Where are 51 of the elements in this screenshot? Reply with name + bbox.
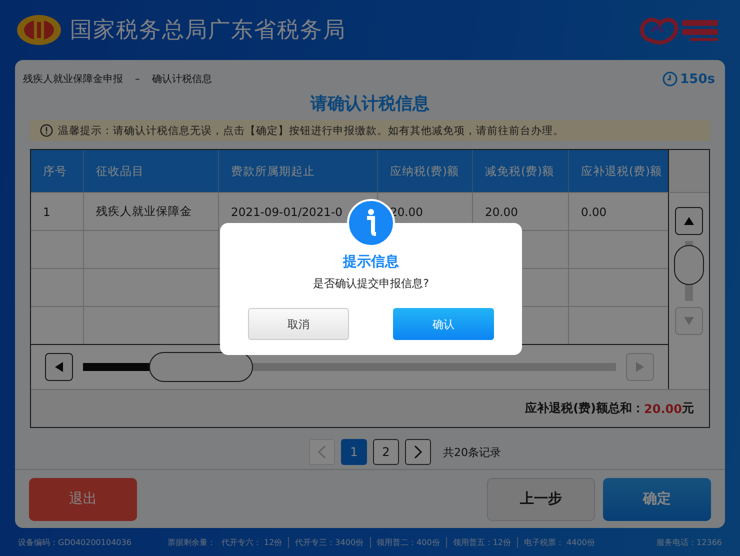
dialog-message: 是否确认提交申报信息? [313, 276, 429, 291]
stock-item: 代开专三：3400份 [295, 536, 364, 548]
breadcrumb-section: 残疾人就业保障金申报 [23, 72, 123, 86]
column-header: 应纳税(费)额 [378, 150, 473, 192]
back-button[interactable]: 上一步 [487, 478, 595, 520]
up-triangle-icon [683, 215, 695, 227]
clock-icon [662, 71, 678, 87]
scroll-left-button[interactable] [45, 353, 73, 381]
scroll-up-button[interactable] [675, 207, 703, 235]
scrollbar-thumb[interactable] [674, 245, 704, 285]
column-header: 费款所属期起止 [219, 150, 378, 192]
stock-item: 领用普二：400份 [376, 536, 440, 548]
service-phone: 服务电话：12366 [656, 536, 722, 548]
ok-button[interactable]: 确认 [393, 308, 494, 340]
record-count: 共20条记录 [443, 444, 501, 460]
page-title: 请确认计税信息 [309, 93, 430, 116]
agency-title: 国家税务总局广东省税务局 [70, 17, 346, 45]
chevron-right-icon [413, 445, 423, 459]
stock-item: 电子税票： 4400份 [524, 536, 595, 548]
column-header: 序号 [31, 150, 84, 192]
countdown-timer: 150s [680, 72, 715, 86]
page-button[interactable]: 1 [341, 439, 367, 465]
warning-icon [40, 124, 53, 137]
confirm-button[interactable]: 确定 [603, 478, 711, 520]
page-button[interactable]: 2 [373, 439, 399, 465]
device-code: 设备编码：GD040200104036 [18, 536, 132, 548]
right-triangle-icon [634, 361, 646, 373]
notice-text: 温馨提示：请确认计税信息无误，点击【确定】按钮进行申报缴款。如有其他减免项，请前往前台办理。 [58, 124, 564, 138]
breadcrumb-separator: – [135, 74, 140, 84]
total-value: 20.00 [644, 402, 682, 416]
emblem-icon [16, 13, 62, 47]
exit-button[interactable]: 退出 [29, 478, 137, 520]
column-header: 征收品目 [84, 150, 219, 192]
column-header: 减免税(费)额 [473, 150, 569, 192]
dialog-title: 提示信息 [343, 253, 399, 271]
stock-item: 领用普五：12份 [452, 536, 511, 548]
down-triangle-icon [683, 315, 695, 327]
chevron-left-icon [317, 445, 327, 459]
next-page-button[interactable] [405, 439, 431, 465]
stock-label: 票据剩余量： [167, 536, 216, 548]
scrollbar-thumb[interactable] [149, 352, 253, 382]
stock-item: 代开专六： 12份 [221, 536, 282, 548]
total-label: 应补退税(费)额总和： [525, 400, 644, 417]
total-unit: 元 [682, 400, 694, 417]
table-cell-text: 0.00 [580, 204, 608, 220]
left-triangle-icon [53, 361, 65, 373]
breadcrumb-step: 确认计税信息 [152, 72, 212, 86]
column-header: 应补退税(费)额 [580, 162, 663, 180]
table-cell: 1 [31, 193, 84, 230]
table-cell: 残疾人就业保障金 [84, 193, 219, 230]
cancel-button[interactable]: 取消 [248, 308, 349, 340]
